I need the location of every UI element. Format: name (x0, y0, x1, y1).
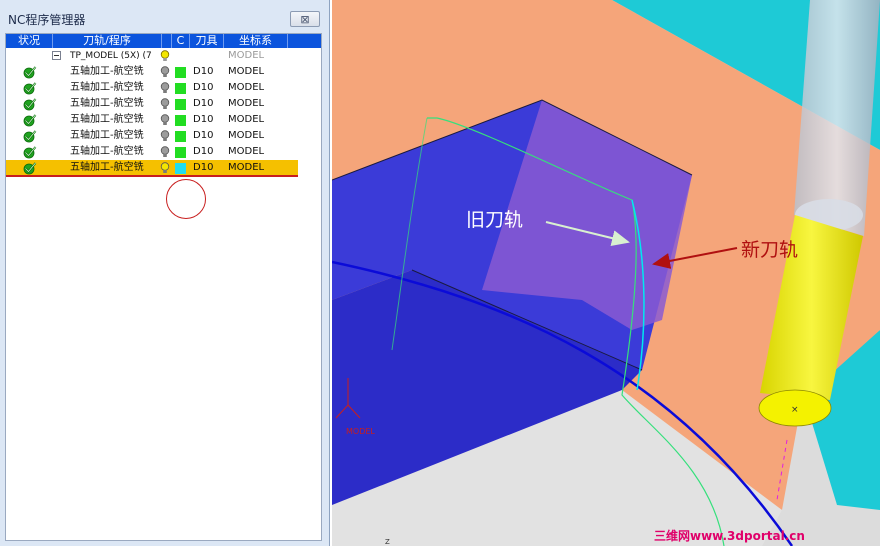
toolpath-name: 五轴加工-航空铣 (70, 66, 144, 77)
toolpath-coord: MODEL (228, 130, 265, 141)
old-path-label: 旧刀轨 (466, 209, 524, 231)
toolpath-name: 五轴加工-航空铣 (70, 130, 144, 141)
check-circle-icon (23, 162, 37, 175)
toolpath-tool: D10 (193, 82, 214, 93)
toolpath-coord: MODEL (228, 98, 265, 109)
toolpath-color-swatch[interactable] (175, 163, 186, 174)
check-circle-icon (23, 98, 37, 111)
toolpath-name: 五轴加工-航空铣 (70, 146, 144, 157)
toolpath-color-swatch[interactable] (175, 115, 186, 126)
3d-viewport[interactable]: × 旧刀轨 新刀轨 MODEL Z 三维网www.3dportal.cn (332, 0, 880, 546)
light-bulb-icon[interactable] (160, 50, 170, 62)
toolpath-name: 五轴加工-航空铣 (70, 162, 144, 173)
toolpath-name: 五轴加工-航空铣 (70, 82, 144, 93)
new-path-label: 新刀轨 (741, 239, 799, 261)
toolpath-color-swatch[interactable] (175, 83, 186, 94)
check-circle-icon (23, 130, 37, 143)
bottom-tick: Z (385, 538, 390, 546)
toolpath-name: 五轴加工-航空铣 (70, 114, 144, 125)
toolpath-row[interactable]: 五轴加工-航空铣 D10 MODEL (6, 96, 298, 112)
toolpath-tool: D10 (193, 146, 214, 157)
light-bulb-icon[interactable] (160, 98, 170, 110)
toolpath-row[interactable]: 五轴加工-航空铣 D10 MODEL (6, 160, 298, 177)
light-bulb-icon[interactable] (160, 114, 170, 126)
check-circle-icon (23, 82, 37, 95)
close-button[interactable]: ⊠ (290, 11, 320, 27)
close-icon: ⊠ (300, 12, 310, 26)
program-tree[interactable]: 状况 刀轨/程序 C 刀具 坐标系 TP_MODEL (5X) (7 MODEL… (5, 33, 322, 541)
column-header-coord[interactable]: 坐标系 (224, 34, 288, 48)
check-circle-icon (23, 146, 37, 159)
toolpath-color-swatch[interactable] (175, 147, 186, 158)
column-header-c[interactable]: C (172, 34, 190, 48)
column-header-status[interactable]: 状况 (6, 34, 53, 48)
toolpath-coord: MODEL (228, 82, 265, 93)
toolpath-name: 五轴加工-航空铣 (70, 98, 144, 109)
group-coord: MODEL (228, 50, 265, 61)
toolpath-row[interactable]: 五轴加工-航空铣 D10 MODEL (6, 128, 298, 144)
tool-tip-marker: × (791, 405, 799, 415)
panel-title: NC程序管理器 (8, 13, 86, 27)
toolpath-color-swatch[interactable] (175, 67, 186, 78)
toolpath-tool: D10 (193, 114, 214, 125)
toolpath-color-swatch[interactable] (175, 131, 186, 142)
check-circle-icon (23, 66, 37, 79)
toolpath-row[interactable]: 五轴加工-航空铣 D10 MODEL (6, 144, 298, 160)
toolpath-coord: MODEL (228, 146, 265, 157)
toolpath-coord: MODEL (228, 114, 265, 125)
toolpath-tool: D10 (193, 162, 214, 173)
group-name: TP_MODEL (5X) (7 (70, 51, 152, 61)
toolpath-row[interactable]: 五轴加工-航空铣 D10 MODEL (6, 112, 298, 128)
toolpath-tool: D10 (193, 66, 214, 77)
toolpath-row[interactable]: 五轴加工-航空铣 D10 MODEL (6, 80, 298, 96)
toolpath-coord: MODEL (228, 66, 265, 77)
toolpath-tool: D10 (193, 130, 214, 141)
toolpath-tool: D10 (193, 98, 214, 109)
tree-group-row[interactable]: TP_MODEL (5X) (7 MODEL (6, 48, 298, 64)
column-header-tool[interactable]: 刀具 (190, 34, 224, 48)
light-bulb-icon[interactable] (160, 66, 170, 78)
axis-label: MODEL (346, 427, 375, 436)
column-header-toolpath[interactable]: 刀轨/程序 (53, 34, 162, 48)
watermark: 三维网www.3dportal.cn (654, 529, 805, 543)
check-circle-icon (23, 114, 37, 127)
toolpath-row[interactable]: 五轴加工-航空铣 D10 MODEL (6, 64, 298, 80)
column-header-row: 状况 刀轨/程序 C 刀具 坐标系 (6, 34, 321, 48)
nc-program-manager-panel: NC程序管理器 ⊠ 状况 刀轨/程序 C 刀具 坐标系 TP_MODEL (5X… (0, 0, 330, 546)
light-bulb-icon[interactable] (160, 146, 170, 158)
light-bulb-icon[interactable] (160, 162, 170, 174)
light-bulb-icon[interactable] (160, 82, 170, 94)
column-header-bulb[interactable] (162, 34, 172, 48)
minus-box-icon[interactable] (52, 51, 61, 60)
light-bulb-icon[interactable] (160, 130, 170, 142)
toolpath-color-swatch[interactable] (175, 99, 186, 110)
toolpath-coord: MODEL (228, 162, 265, 173)
viewport-scene: × (332, 0, 880, 546)
highlight-circle (166, 179, 206, 219)
